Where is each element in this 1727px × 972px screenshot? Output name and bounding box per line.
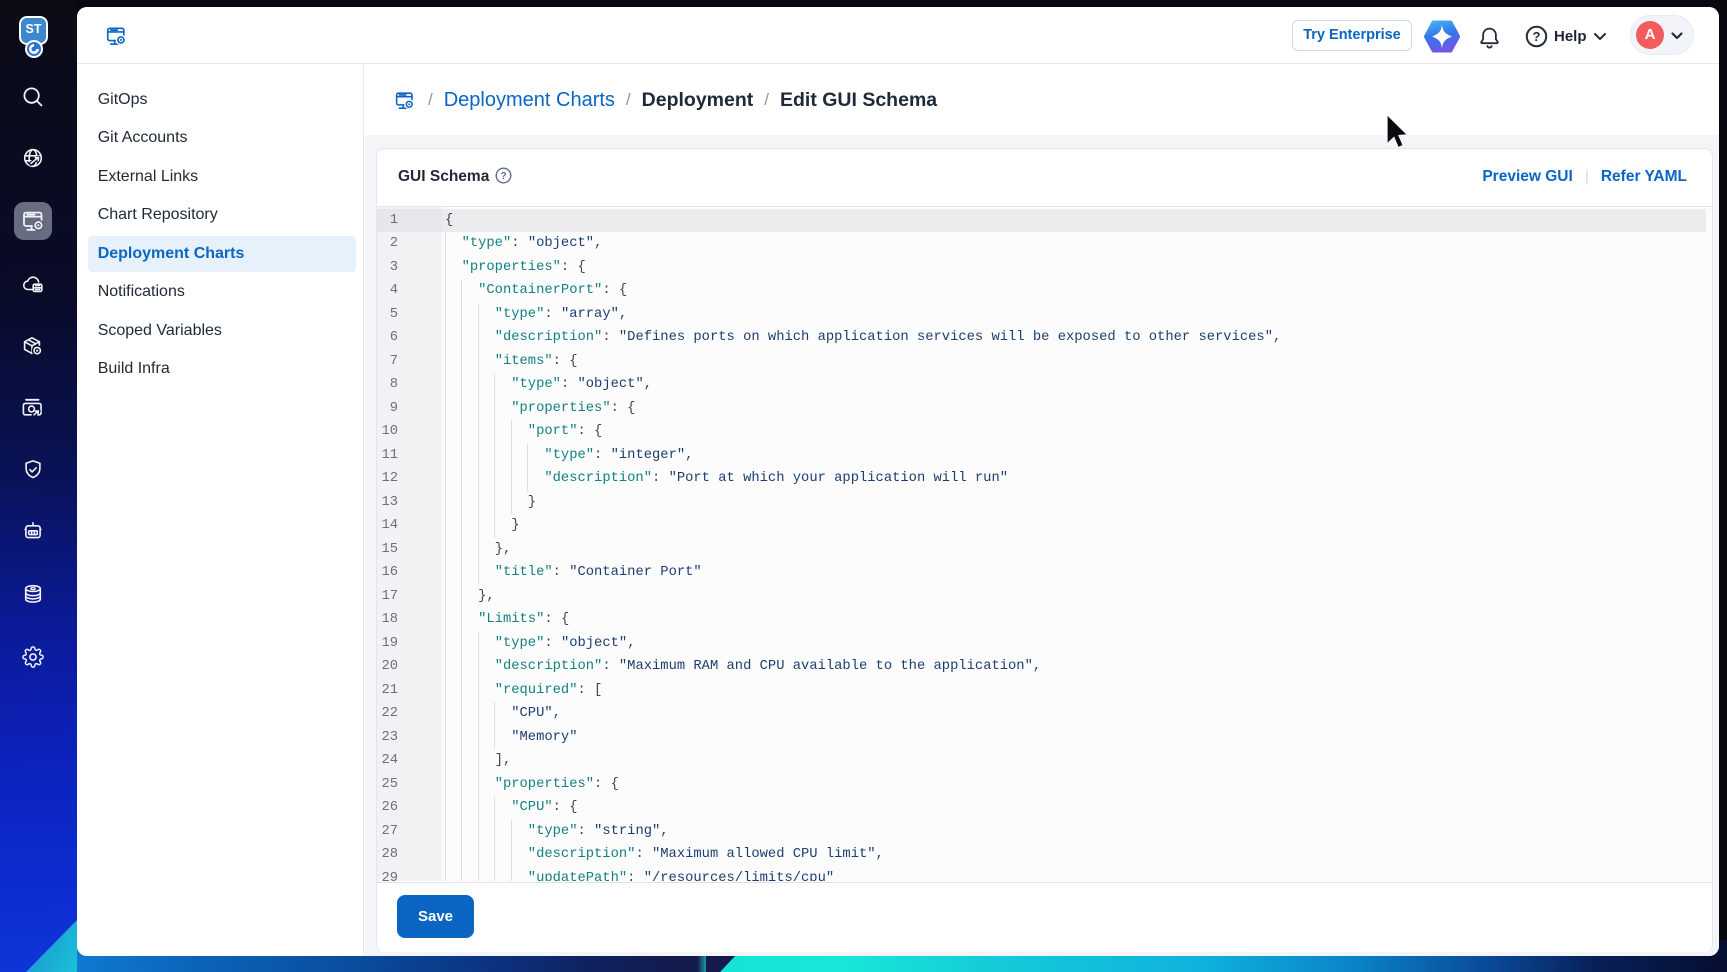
svg-text:?: ? [1533, 29, 1541, 44]
svg-text:?: ? [500, 171, 506, 182]
